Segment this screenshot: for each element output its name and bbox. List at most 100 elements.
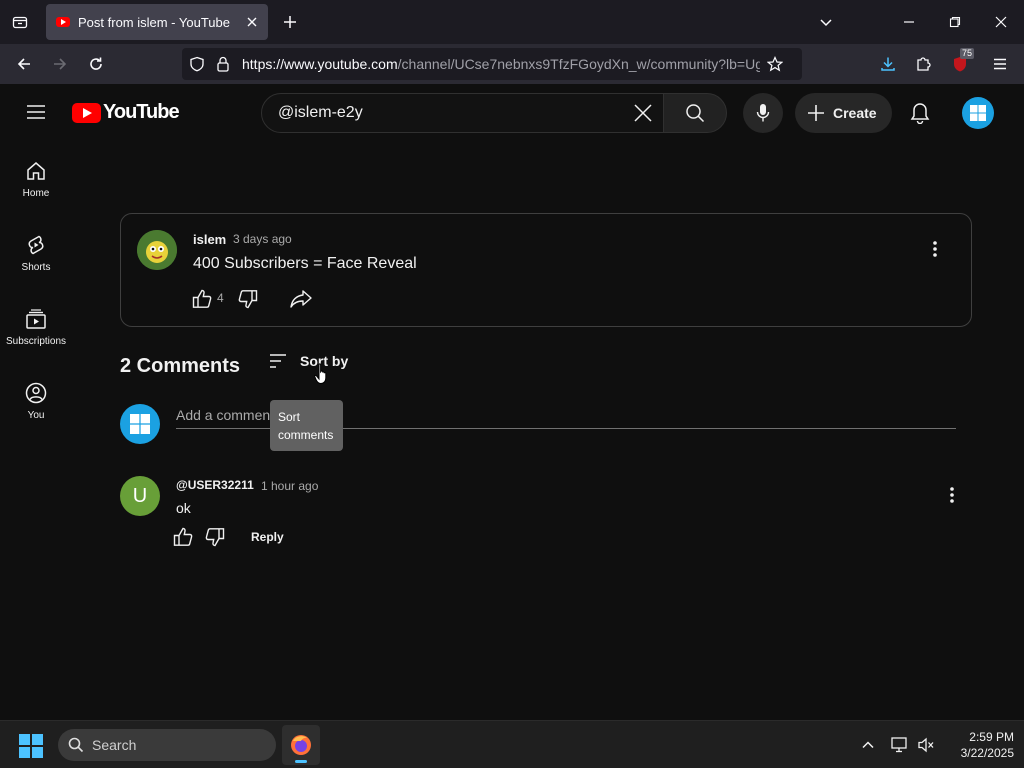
reply-button[interactable]: Reply [251,530,284,544]
create-button[interactable]: Create [795,93,892,133]
volume-muted-icon[interactable] [914,733,938,757]
search-button[interactable] [663,93,727,133]
browser-tab-bar: Post from islem - YouTube [0,0,1024,44]
sidebar-item-label: You [27,410,45,421]
sidebar-item-home[interactable]: Home [0,140,72,214]
thumbs-down-icon [238,290,258,309]
notifications-bell-icon[interactable] [906,99,934,127]
running-indicator [295,760,307,763]
post-more-actions-icon[interactable] [925,240,945,262]
extension-badge-count: 75 [960,48,975,59]
restore-window-icon[interactable] [932,6,978,38]
subscriptions-icon [26,309,46,329]
like-button[interactable] [191,288,213,310]
like-count: 4 [217,291,224,305]
system-clock[interactable]: 2:59 PM 3/22/2025 [944,729,1014,761]
voice-search-button[interactable] [743,93,783,133]
start-windows-icon[interactable] [18,733,44,759]
back-arrow-icon[interactable] [10,50,38,78]
sidebar-item-subscriptions[interactable]: Subscriptions [0,288,72,362]
post-author-name[interactable]: islem [193,232,226,247]
sidebar-item-label: Home [22,188,50,199]
youtube-logo-text: YouTube [103,101,180,123]
windows-taskbar: Search 2:59 PM 3/22/2025 [0,720,1024,768]
windows-logo-icon [970,105,986,121]
windows-logo-icon [130,414,150,434]
url-text[interactable]: https://www.youtube.com/channel/UCse7neb… [234,56,760,72]
plus-icon [808,105,824,121]
app-menu-icon[interactable] [986,50,1014,78]
thumbs-up-icon [173,527,193,546]
sort-by-button[interactable]: Sort by [268,353,348,369]
share-button[interactable] [289,288,313,310]
microphone-icon [756,104,770,122]
taskbar-search-label: Search [92,737,137,753]
sort-tooltip: Sort comments [270,400,343,451]
search-icon [686,104,705,123]
download-icon[interactable] [874,50,902,78]
you-icon [25,382,47,404]
minimize-window-icon[interactable] [886,6,932,38]
share-arrow-icon [290,290,312,308]
close-tab-icon[interactable] [240,10,264,34]
browser-tab-active[interactable]: Post from islem - YouTube [46,4,268,40]
new-tab-icon[interactable] [278,10,302,34]
search-input[interactable]: @islem-e2y [261,93,664,133]
network-monitor-icon[interactable] [888,733,912,757]
show-hidden-icons-chevron-up-icon[interactable] [856,733,880,757]
clock-date: 3/22/2025 [960,746,1014,760]
chevron-down-icon[interactable] [814,10,838,34]
home-icon [27,162,45,180]
youtube-page: YouTube @islem-e2y Create Home Shorts Su… [0,84,1024,720]
account-avatar[interactable] [962,97,994,129]
commenter-avatar[interactable]: U [120,476,160,516]
sort-icon [270,354,286,368]
create-button-label: Create [833,105,877,121]
comment-author[interactable]: @USER32211 [176,478,254,492]
sidebar-item-label: Subscriptions [5,336,67,347]
search-query-text: @islem-e2y [278,104,363,121]
tracking-protection-shield-icon[interactable] [182,56,212,72]
clear-search-icon[interactable] [623,103,663,123]
comments-count-heading: 2 Comments [120,355,241,377]
address-bar[interactable]: https://www.youtube.com/channel/UCse7neb… [182,48,802,80]
comment-dislike-button[interactable] [204,526,228,548]
post-author-avatar[interactable] [137,230,177,270]
my-avatar [120,404,160,444]
comment-time[interactable]: 1 hour ago [261,479,318,493]
post-text: 400 Subscribers = Face Reveal [193,255,417,272]
comment-more-actions-icon[interactable] [942,486,962,508]
guide-menu-icon[interactable] [22,100,50,124]
url-host: https://www.youtube.com [242,56,398,72]
search-icon [68,737,84,753]
clock-time: 2:59 PM [969,730,1014,744]
community-post-card: islem 3 days ago 400 Subscribers = Face … [120,213,972,327]
bookmark-star-icon[interactable] [760,56,790,72]
youtube-favicon-icon [56,17,70,27]
url-path: /channel/UCse7nebnxs9TfzFGoydXn_w/commun… [397,56,760,72]
youtube-masthead: YouTube @islem-e2y Create [0,84,1024,140]
browser-nav-bar: https://www.youtube.com/channel/UCse7neb… [0,44,1024,84]
post-time[interactable]: 3 days ago [233,232,292,246]
close-window-icon[interactable] [978,6,1024,38]
comment-text: ok [176,500,191,516]
ublock-extension-icon[interactable]: 75 [946,48,975,78]
youtube-logo[interactable]: YouTube [72,101,180,124]
thumbs-down-icon [205,528,225,547]
tab-title: Post from islem - YouTube [78,14,230,30]
reload-icon[interactable] [82,50,110,78]
list-all-tabs-icon[interactable] [8,10,32,34]
shorts-icon [28,235,44,255]
sidebar-item-label: Shorts [21,262,51,273]
youtube-play-logo-icon [72,102,101,123]
comment-like-button[interactable] [172,526,196,548]
firefox-taskbar-icon[interactable] [282,725,320,765]
dislike-button[interactable] [237,288,259,310]
lock-icon[interactable] [212,56,234,72]
sidebar-item-shorts[interactable]: Shorts [0,214,72,288]
extensions-puzzle-icon[interactable] [910,50,938,78]
hand-pointer-cursor-icon [314,363,330,385]
taskbar-search-box[interactable]: Search [58,729,276,761]
sidebar-item-you[interactable]: You [0,362,72,436]
forward-arrow-icon[interactable] [46,50,74,78]
